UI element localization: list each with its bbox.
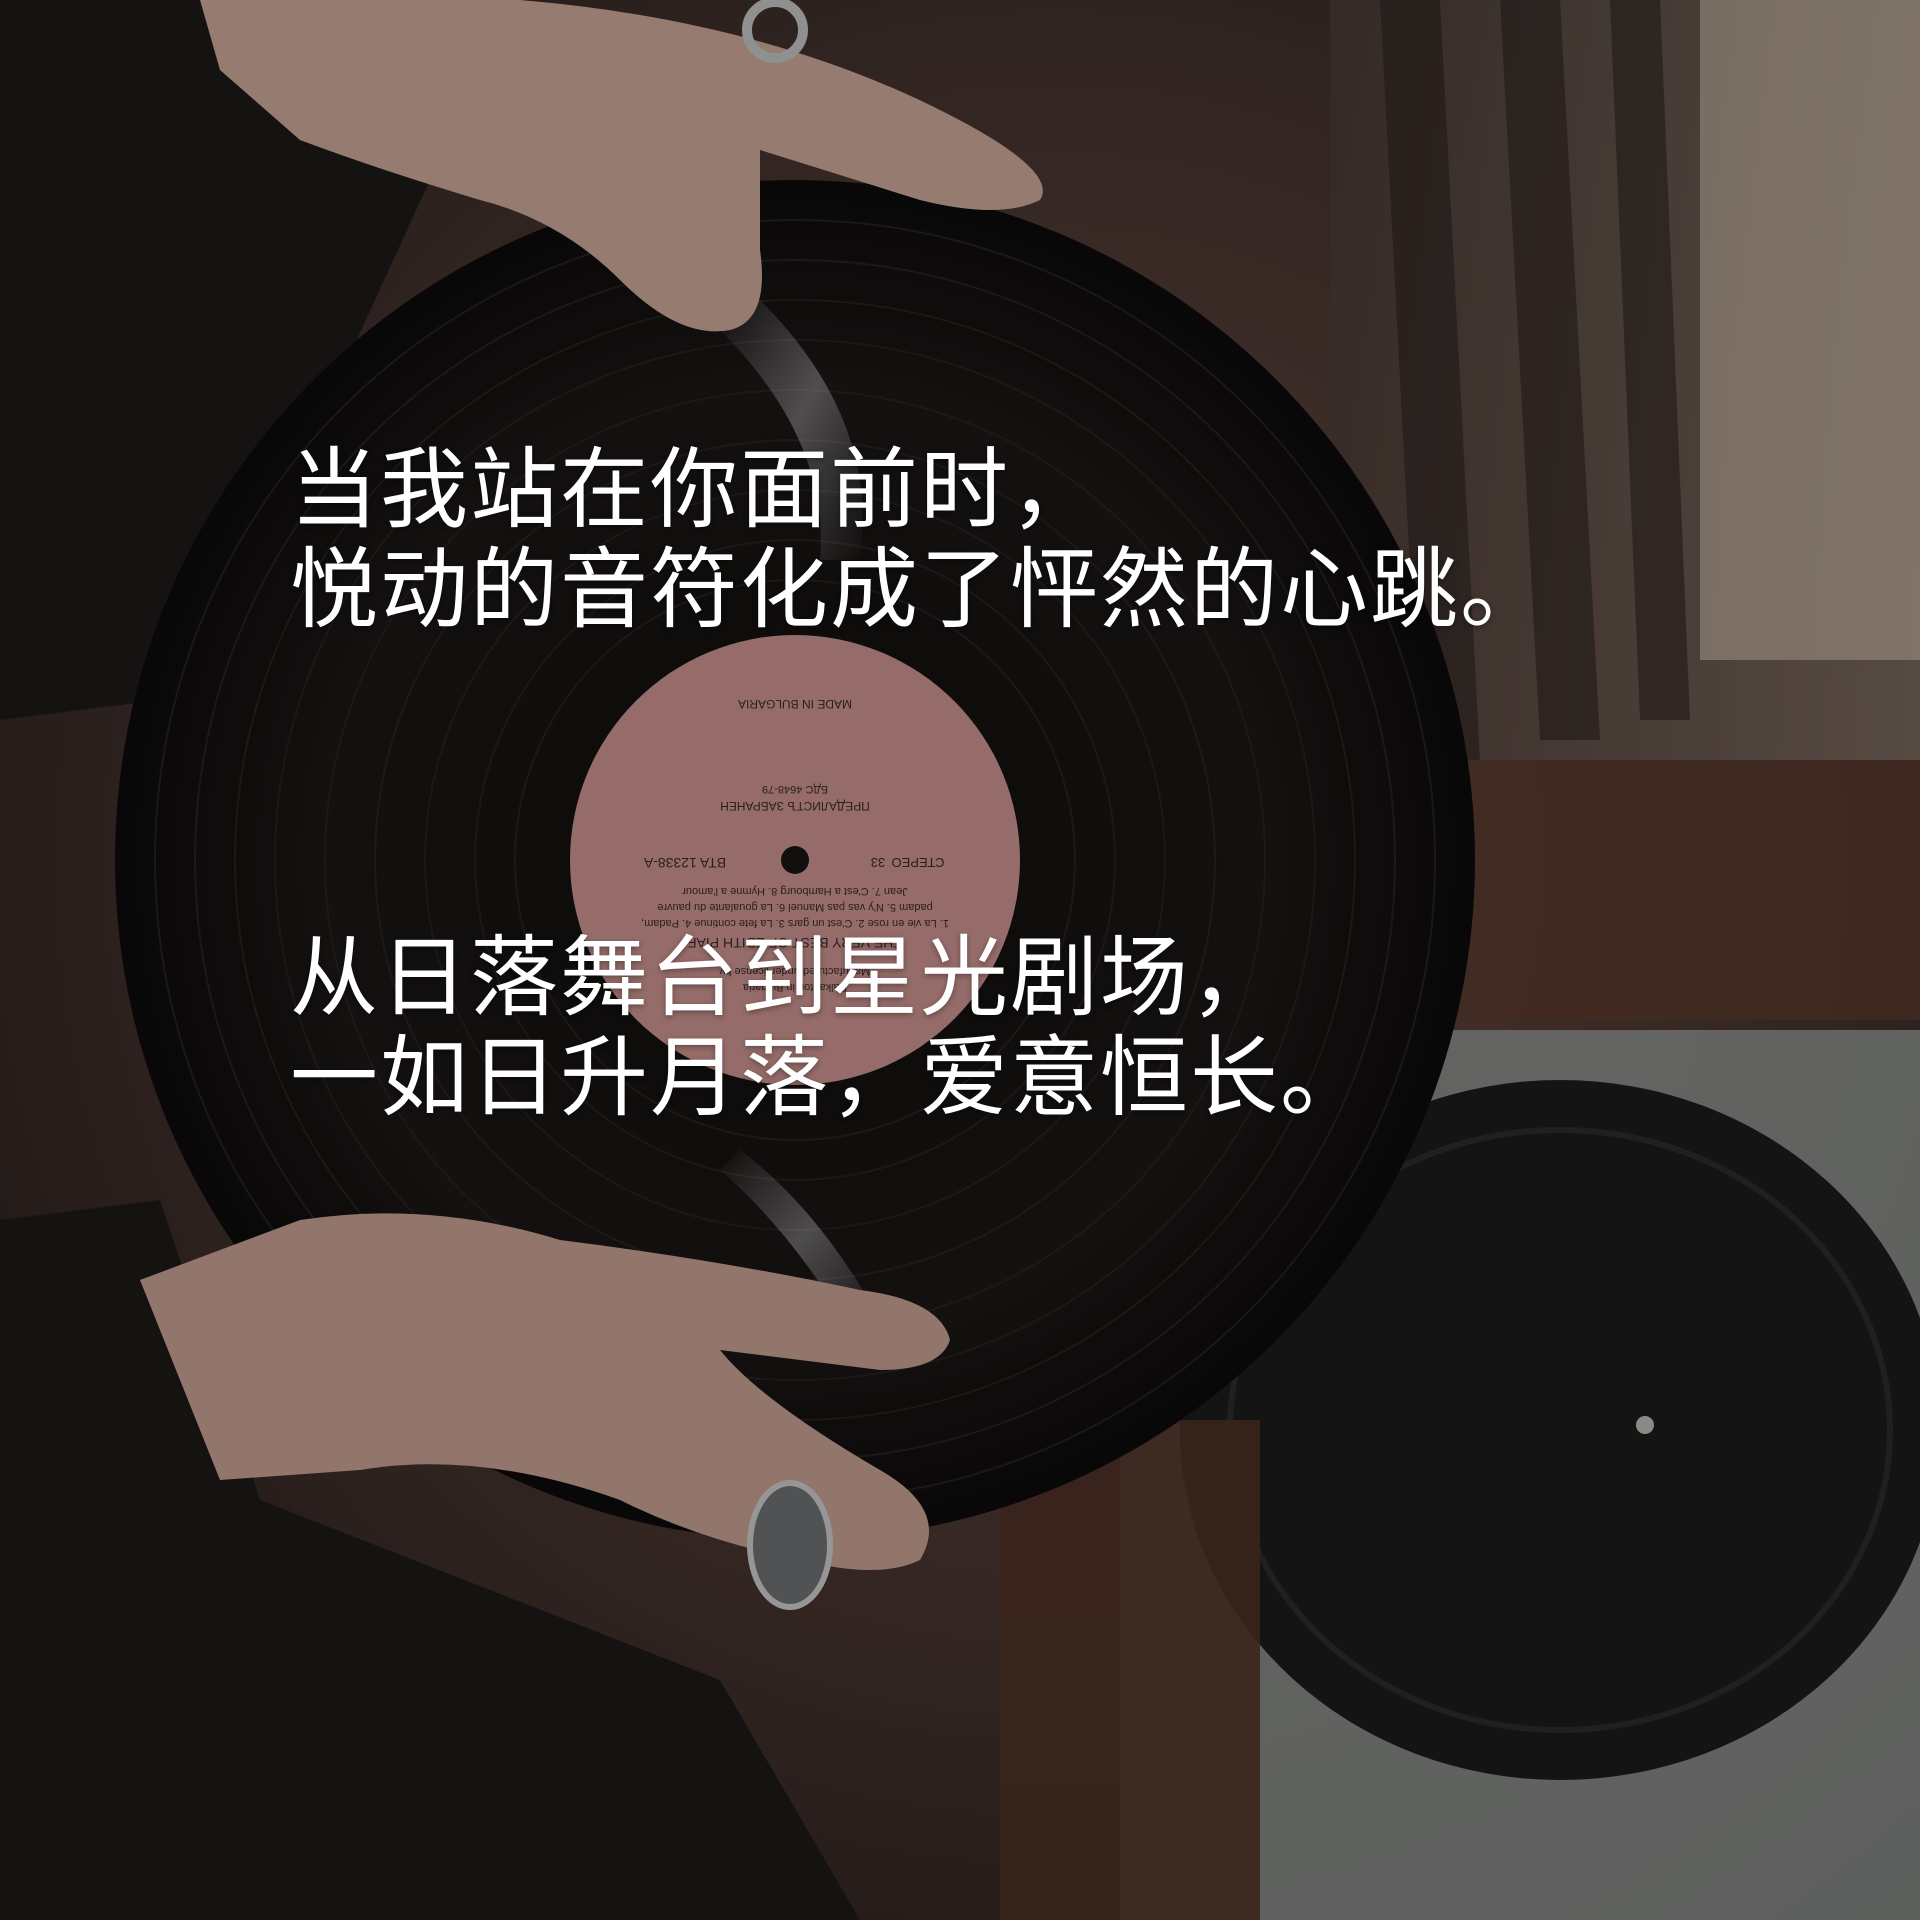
background-photo: THE VERY BEST OF EDITH PIAF 1. La vie en… — [0, 0, 1920, 1920]
poem-stanza-1: 当我站在你面前时， 悦动的音符化成了怦然的心跳。 — [290, 440, 1550, 640]
poem-stanza-2: 从日落舞台到星光剧场， 一如日升月落，爱意恒长。 — [290, 928, 1370, 1128]
poem-line-3: 从日落舞台到星光剧场， — [290, 926, 1281, 1029]
poem-line-2: 悦动的音符化成了怦然的心跳。 — [290, 538, 1551, 641]
poem-line-1: 当我站在你面前时， — [290, 438, 1101, 541]
poem-line-4: 一如日升月落，爱意恒长。 — [290, 1026, 1371, 1129]
